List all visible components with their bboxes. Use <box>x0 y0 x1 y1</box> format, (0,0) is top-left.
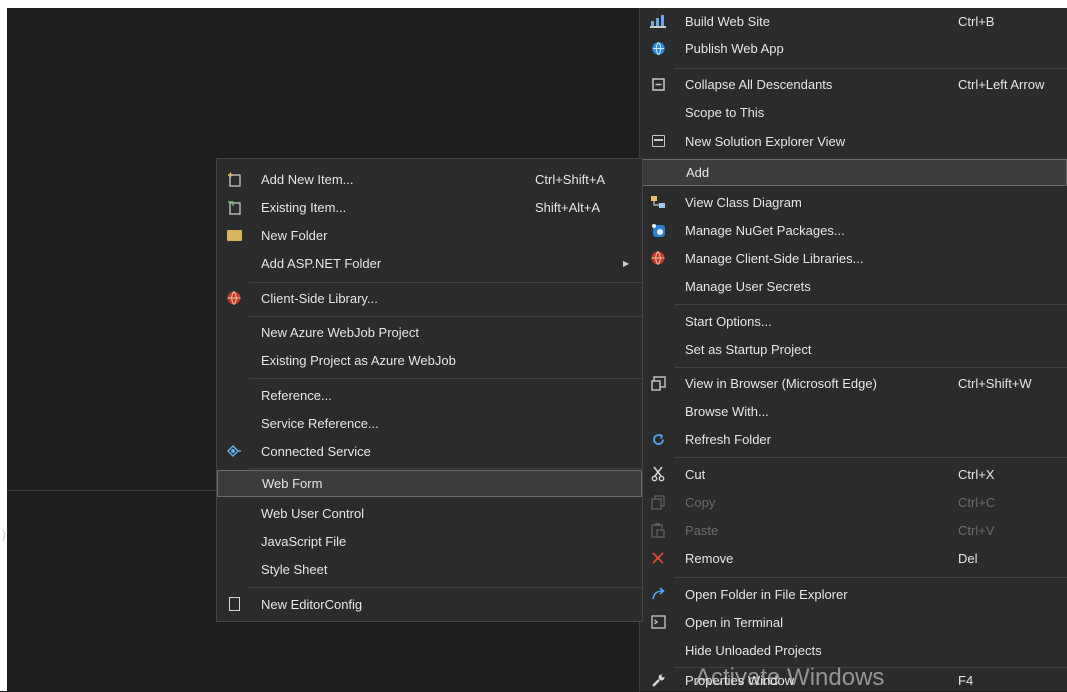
menu-item-paste[interactable]: Paste Ctrl+V <box>640 516 1067 544</box>
menu-item-collapse-all-descendants[interactable]: Collapse All Descendants Ctrl+Left Arrow <box>640 70 1067 98</box>
menu-item-build-web-site[interactable]: Build Web Site Ctrl+B <box>640 8 1067 34</box>
editor-divider <box>7 490 217 491</box>
terminal-icon <box>649 613 667 631</box>
scissors-icon <box>649 465 667 483</box>
folder-icon <box>225 226 243 244</box>
submenu-item-javascript-file[interactable]: JavaScript File <box>217 527 642 555</box>
connected-service-icon <box>225 442 243 460</box>
submenu-item-existing-item[interactable]: Existing Item... Shift+Alt+A <box>217 193 642 221</box>
submenu-item-web-form[interactable]: Web Form <box>217 470 642 497</box>
add-submenu: Add New Item... Ctrl+Shift+A Existing It… <box>216 158 643 622</box>
class-diagram-icon <box>649 193 667 211</box>
submenu-item-service-reference[interactable]: Service Reference... <box>217 409 642 437</box>
menu-separator <box>674 457 1067 458</box>
menu-item-cut[interactable]: Cut Ctrl+X <box>640 460 1067 488</box>
menu-separator <box>249 282 642 283</box>
menu-item-remove[interactable]: Remove Del <box>640 544 1067 572</box>
menu-item-manage-client-side-libraries[interactable]: Manage Client-Side Libraries... <box>640 244 1067 272</box>
submenu-item-web-user-control[interactable]: Web User Control <box>217 499 642 527</box>
menu-item-set-as-startup-project[interactable]: Set as Startup Project <box>640 335 1067 364</box>
submenu-item-connected-service[interactable]: Connected Service <box>217 437 642 465</box>
window-edge-left <box>0 0 7 691</box>
menu-separator <box>674 68 1067 69</box>
menu-item-browse-with[interactable]: Browse With... <box>640 397 1067 425</box>
copy-icon <box>649 493 667 511</box>
paste-icon <box>649 521 667 539</box>
globe-icon <box>649 39 667 57</box>
submenu-item-new-azure-webjob-project[interactable]: New Azure WebJob Project <box>217 318 642 346</box>
menu-separator <box>249 378 642 379</box>
page-icon <box>225 595 243 613</box>
menu-item-add[interactable]: Add <box>640 159 1067 186</box>
menu-item-scope-to-this[interactable]: Scope to This <box>640 98 1067 126</box>
open-folder-icon <box>649 585 667 603</box>
window-edge-top <box>0 0 1067 8</box>
menu-separator <box>249 316 642 317</box>
menu-item-view-in-browser[interactable]: View in Browser (Microsoft Edge) Ctrl+Sh… <box>640 369 1067 397</box>
submenu-item-add-aspnet-folder[interactable]: Add ASP.NET Folder ▶ <box>217 249 642 277</box>
menu-item-manage-user-secrets[interactable]: Manage User Secrets <box>640 272 1067 300</box>
menu-item-publish-web-app[interactable]: Publish Web App <box>640 34 1067 62</box>
menu-separator <box>674 367 1067 368</box>
menu-separator <box>674 304 1067 305</box>
submenu-item-new-editorconfig[interactable]: New EditorConfig <box>217 590 642 618</box>
existing-item-icon <box>225 198 243 216</box>
submenu-item-existing-project-as-azure-webjob[interactable]: Existing Project as Azure WebJob <box>217 346 642 374</box>
menu-item-view-class-diagram[interactable]: View Class Diagram <box>640 188 1067 216</box>
remove-icon <box>649 549 667 567</box>
context-menu: Build Web Site Ctrl+B Publish Web App Co… <box>639 8 1067 691</box>
explorer-view-icon <box>649 132 667 150</box>
library-icon <box>649 249 667 267</box>
menu-item-start-options[interactable]: Start Options... <box>640 307 1067 335</box>
submenu-item-new-folder[interactable]: New Folder <box>217 221 642 249</box>
submenu-item-style-sheet[interactable]: Style Sheet <box>217 555 642 583</box>
menu-item-hide-unloaded-projects[interactable]: Hide Unloaded Projects <box>640 636 1067 664</box>
submenu-arrow-icon: ▶ <box>623 258 630 268</box>
menu-item-open-folder-in-file-explorer[interactable]: Open Folder in File Explorer <box>640 580 1067 608</box>
submenu-item-reference[interactable]: Reference... <box>217 381 642 409</box>
collapse-icon <box>649 75 667 93</box>
editor-text-fragment: ) <box>2 527 6 541</box>
library-icon <box>225 289 243 307</box>
wrench-icon <box>649 672 667 690</box>
new-item-icon <box>225 170 243 188</box>
refresh-icon <box>649 430 667 448</box>
browser-icon <box>649 374 667 392</box>
menu-separator <box>249 587 642 588</box>
build-icon <box>649 12 667 30</box>
nuget-icon <box>649 221 667 239</box>
submenu-item-client-side-library[interactable]: Client-Side Library... <box>217 284 642 312</box>
submenu-item-add-new-item[interactable]: Add New Item... Ctrl+Shift+A <box>217 165 642 193</box>
activation-watermark: Activate Windows <box>695 664 885 691</box>
menu-separator <box>249 468 642 469</box>
menu-item-new-solution-explorer-view[interactable]: New Solution Explorer View <box>640 126 1067 156</box>
menu-item-refresh-folder[interactable]: Refresh Folder <box>640 425 1067 453</box>
menu-item-manage-nuget-packages[interactable]: Manage NuGet Packages... <box>640 216 1067 244</box>
menu-separator <box>674 577 1067 578</box>
menu-item-copy[interactable]: Copy Ctrl+C <box>640 488 1067 516</box>
menu-item-open-in-terminal[interactable]: Open in Terminal <box>640 608 1067 636</box>
